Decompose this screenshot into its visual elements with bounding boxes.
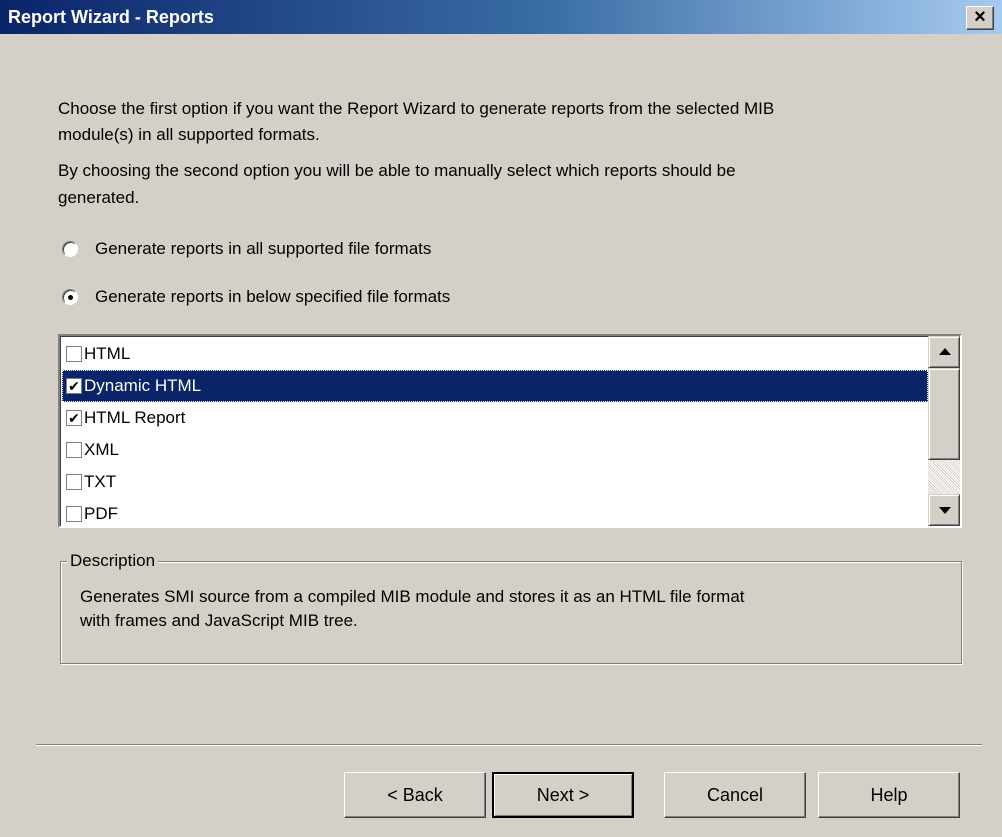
separator-line [36, 744, 982, 746]
list-item[interactable]: HTML [62, 338, 928, 370]
description-text: Generates SMI source from a compiled MIB… [80, 585, 940, 633]
format-label: TXT [84, 472, 117, 491]
checkmark-icon: ✔ [68, 410, 80, 426]
file-formats-listbox[interactable]: HTML ✔ Dynamic HTML ✔ HTML Report XML TX… [58, 334, 962, 528]
next-button[interactable]: Next > [492, 772, 634, 818]
format-checkbox-pdf[interactable] [66, 506, 82, 522]
description-groupbox: Description Generates SMI source from a … [60, 550, 962, 664]
format-checkbox-txt[interactable] [66, 474, 82, 490]
scroll-up-button[interactable] [928, 336, 960, 368]
format-checkbox-html-report[interactable]: ✔ [66, 410, 82, 426]
format-checkbox-dynamic-html[interactable]: ✔ [66, 378, 82, 394]
arrow-up-icon [939, 348, 951, 355]
format-label: Dynamic HTML [84, 376, 202, 395]
vertical-scrollbar[interactable] [928, 336, 960, 526]
checkmark-icon: ✔ [68, 378, 80, 394]
format-label: HTML Report [84, 408, 186, 427]
back-button[interactable]: < Back [344, 772, 486, 818]
intro-text-line-4: generated. [58, 188, 140, 207]
arrow-down-icon [939, 507, 951, 514]
intro-text-line-1: Choose the first option if you want the … [58, 99, 775, 118]
description-legend: Description [67, 550, 159, 572]
list-item[interactable]: XML [62, 434, 928, 466]
window-title: Report Wizard - Reports [8, 7, 214, 27]
format-checkbox-xml[interactable] [66, 442, 82, 458]
help-button[interactable]: Help [818, 772, 960, 818]
radio-all-formats-label: Generate reports in all supported file f… [95, 239, 432, 258]
scrollbar-thumb[interactable] [928, 368, 960, 460]
close-icon: × [974, 6, 986, 28]
radio-specified-formats-button[interactable] [62, 289, 78, 305]
radio-all-formats-button[interactable] [62, 241, 78, 257]
description-line-2: with frames and JavaScript MIB tree. [80, 611, 358, 630]
scroll-down-button[interactable] [928, 494, 960, 526]
format-label: PDF [84, 504, 118, 523]
format-label: HTML [84, 344, 131, 363]
cancel-button[interactable]: Cancel [664, 772, 806, 818]
list-item[interactable]: ✔ Dynamic HTML [62, 370, 928, 402]
title-bar[interactable]: Report Wizard - Reports × [0, 0, 1002, 34]
intro-text-line-3: By choosing the second option you will b… [58, 161, 736, 180]
radio-specified-formats-label: Generate reports in below specified file… [95, 287, 451, 306]
report-wizard-dialog: Report Wizard - Reports × Choose the fir… [0, 0, 1002, 837]
list-item[interactable]: PDF [62, 498, 928, 526]
intro-text-line-2: module(s) in all supported formats. [58, 125, 320, 144]
format-checkbox-html[interactable] [66, 346, 82, 362]
close-button[interactable]: × [966, 6, 994, 30]
format-label: XML [84, 440, 119, 459]
description-line-1: Generates SMI source from a compiled MIB… [80, 587, 745, 606]
list-item[interactable]: ✔ HTML Report [62, 402, 928, 434]
list-item[interactable]: TXT [62, 466, 928, 498]
